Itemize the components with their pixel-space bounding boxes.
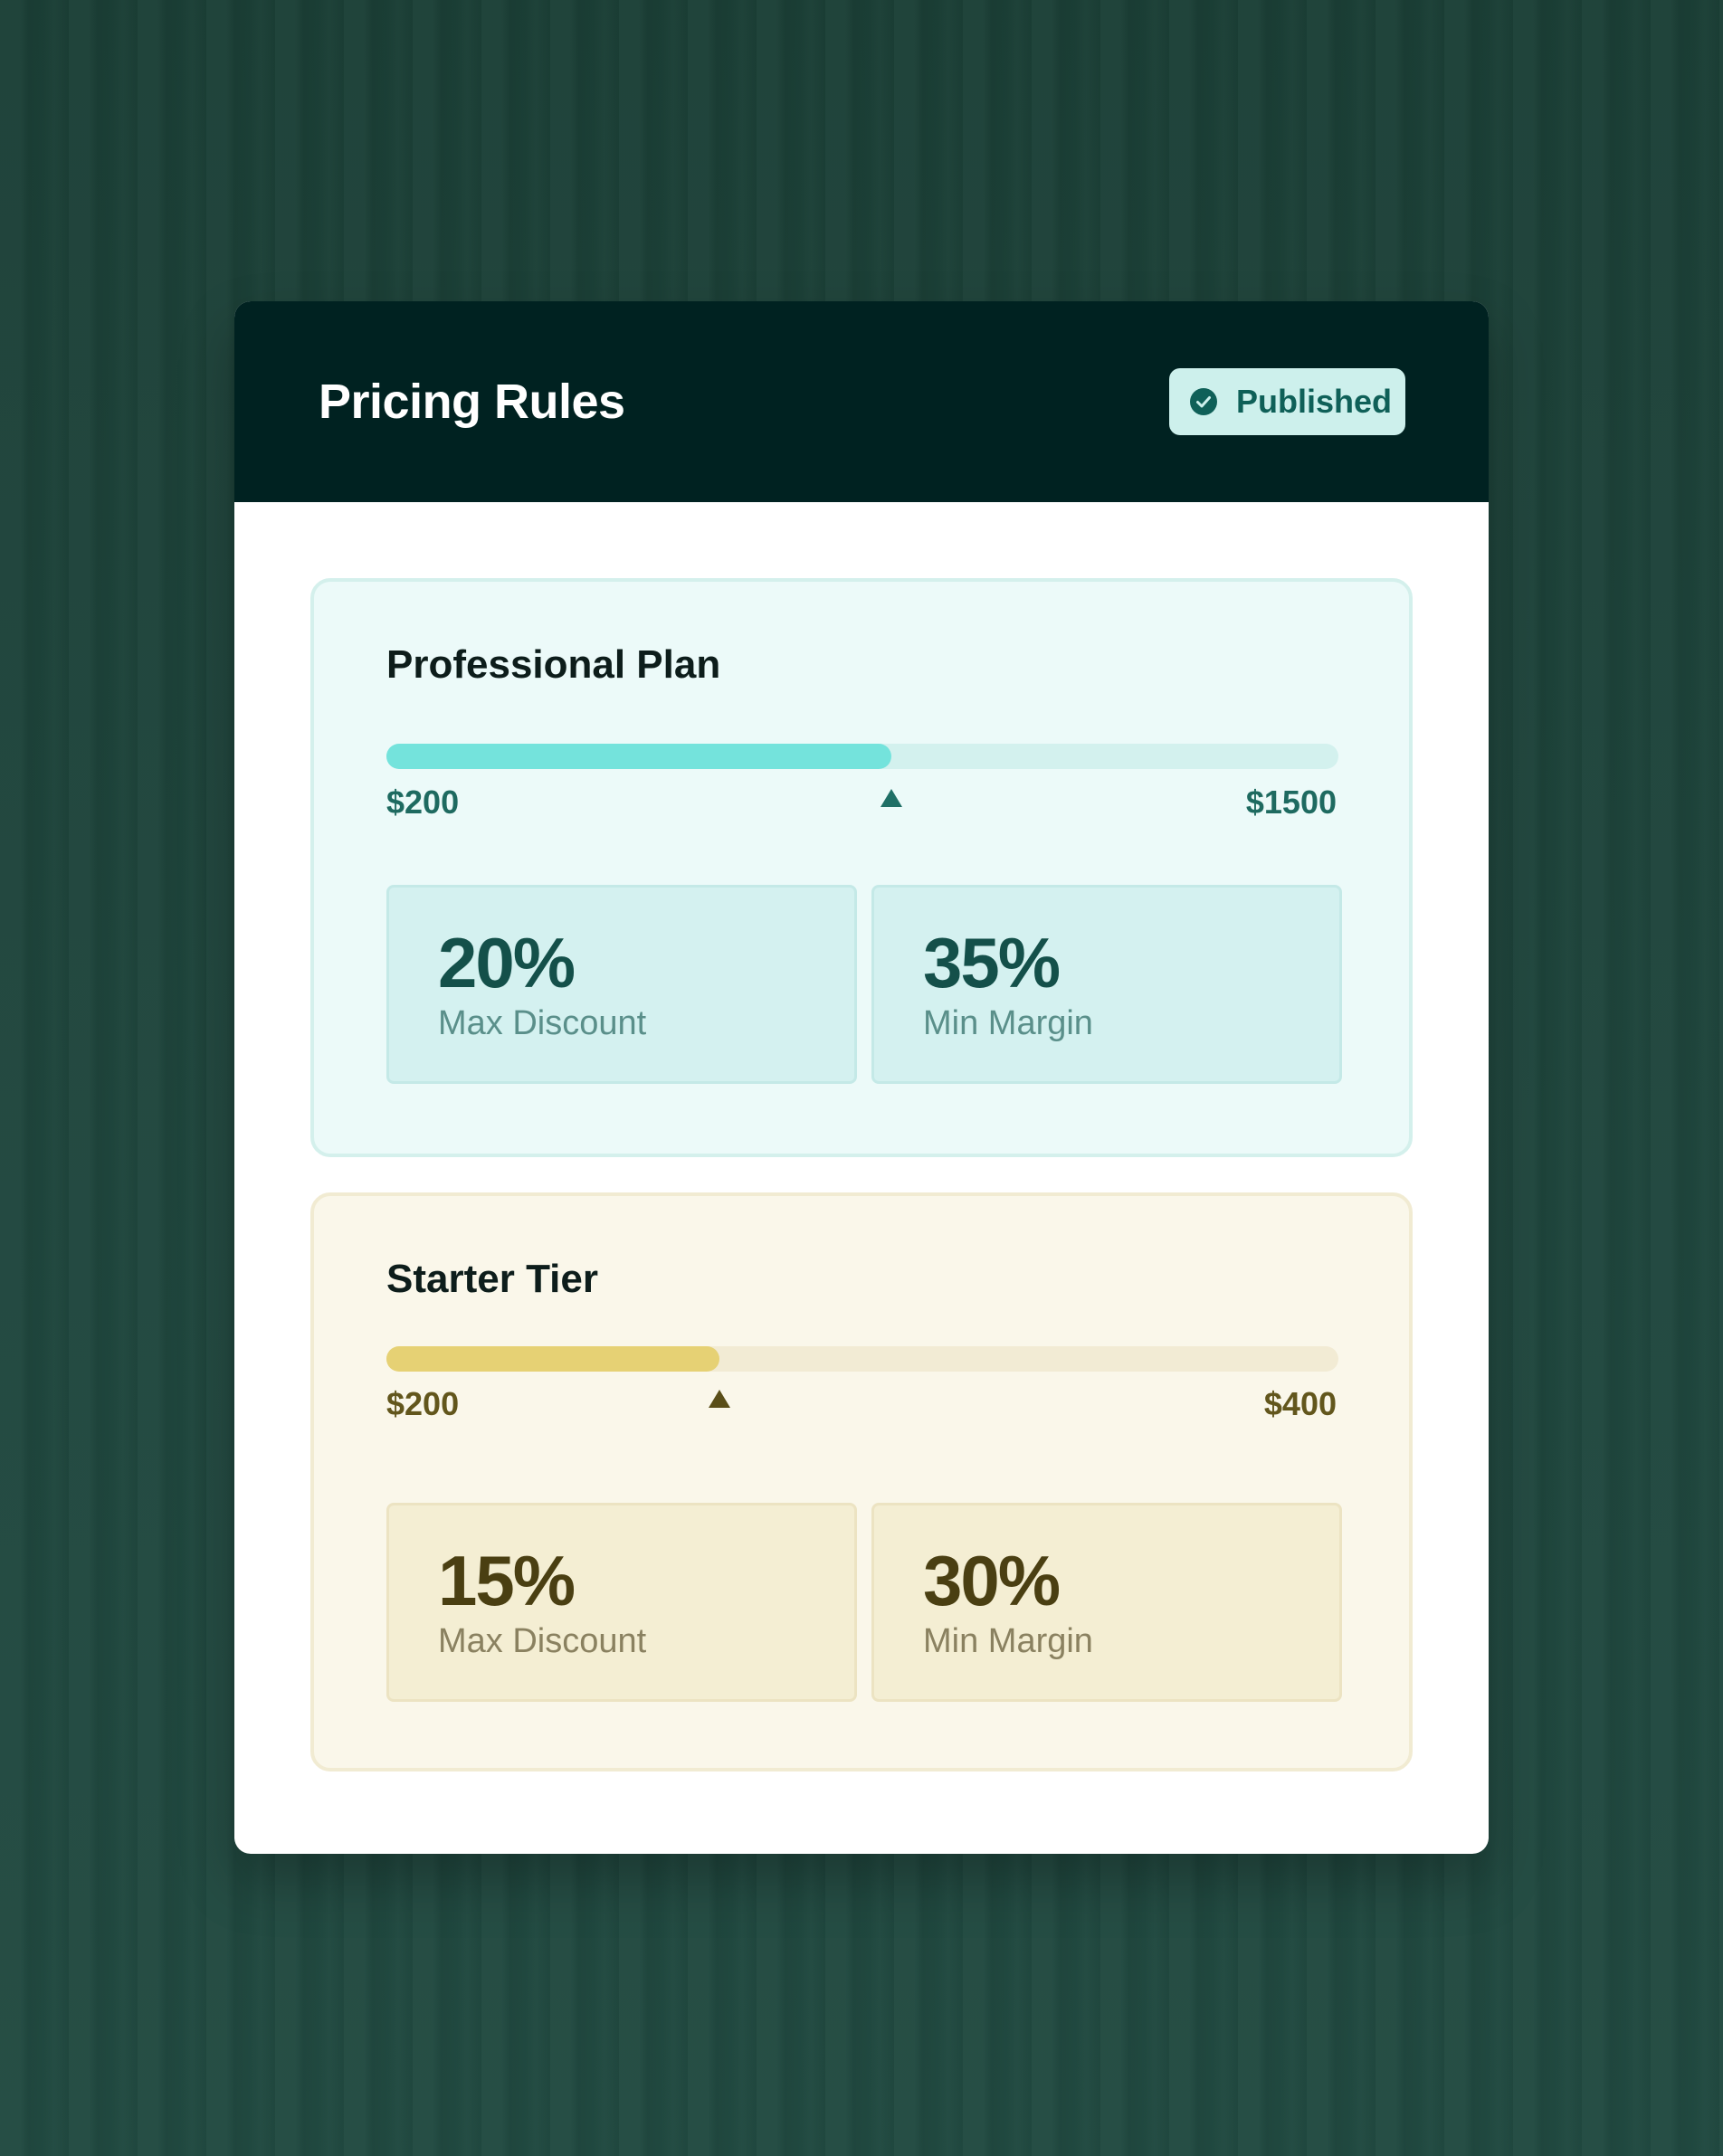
min-margin-stat[interactable]: 30% Min Margin bbox=[871, 1503, 1342, 1702]
plan-name: Professional Plan bbox=[386, 642, 721, 687]
range-max-label: $400 bbox=[1263, 1385, 1337, 1422]
max-discount-label: Max Discount bbox=[438, 1004, 647, 1042]
min-margin-label: Min Margin bbox=[923, 1004, 1093, 1042]
price-range-fill bbox=[386, 1346, 719, 1372]
range-max-label: $1500 bbox=[1245, 784, 1337, 821]
max-discount-value: 15% bbox=[438, 1541, 576, 1620]
plan-name: Starter Tier bbox=[386, 1257, 598, 1301]
plan-card-professional[interactable]: Professional Plan $200 $1500 20% Max Dis… bbox=[310, 578, 1413, 1157]
range-marker-icon[interactable] bbox=[881, 789, 902, 807]
price-range-track[interactable] bbox=[386, 1346, 1338, 1372]
plan-card-starter[interactable]: Starter Tier $200 $400 15% Max Discount … bbox=[310, 1192, 1413, 1771]
price-range-track[interactable] bbox=[386, 744, 1338, 769]
max-discount-stat[interactable]: 15% Max Discount bbox=[386, 1503, 857, 1702]
range-min-label: $200 bbox=[386, 1385, 460, 1422]
status-badge-label: Published bbox=[1236, 383, 1393, 420]
min-margin-value: 35% bbox=[923, 923, 1061, 1002]
panel-title: Pricing Rules bbox=[319, 375, 625, 429]
status-badge: Published bbox=[1169, 368, 1405, 435]
check-circle-icon bbox=[1190, 388, 1217, 415]
panel-header: Pricing Rules Published bbox=[234, 301, 1489, 502]
price-range-fill bbox=[386, 744, 891, 769]
min-margin-value: 30% bbox=[923, 1541, 1061, 1620]
range-min-label: $200 bbox=[386, 784, 460, 821]
min-margin-stat[interactable]: 35% Min Margin bbox=[871, 885, 1342, 1084]
min-margin-label: Min Margin bbox=[923, 1622, 1093, 1660]
pricing-rules-panel: Pricing Rules Published Professional Pla… bbox=[234, 301, 1489, 1854]
max-discount-value: 20% bbox=[438, 923, 576, 1002]
max-discount-stat[interactable]: 20% Max Discount bbox=[386, 885, 857, 1084]
max-discount-label: Max Discount bbox=[438, 1622, 647, 1660]
range-marker-icon[interactable] bbox=[709, 1390, 730, 1408]
